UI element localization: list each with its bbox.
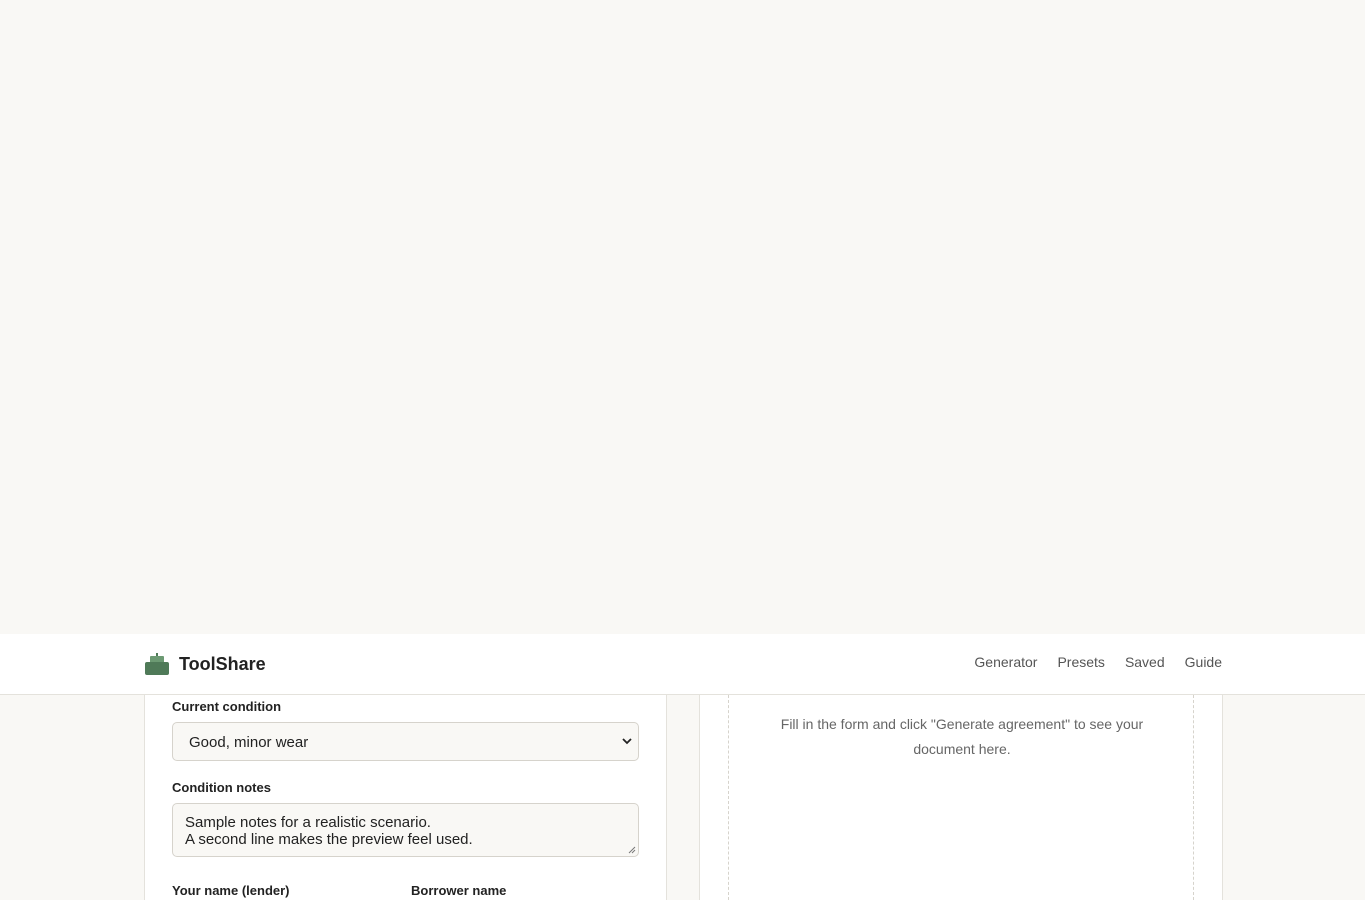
condition-notes-label: Condition notes — [172, 780, 271, 795]
lender-name-label: Your name (lender) — [172, 883, 290, 898]
nav-saved[interactable]: Saved — [1125, 654, 1165, 670]
top-header: ToolShare Generator Presets Saved Guide — [0, 634, 1365, 695]
nav-presets[interactable]: Presets — [1057, 654, 1104, 670]
main-nav: Generator Presets Saved Guide — [954, 654, 1222, 670]
chevron-down-icon — [622, 738, 632, 745]
condition-label: Current condition — [172, 699, 282, 714]
brand-name: ToolShare — [179, 653, 266, 674]
resize-grip-icon[interactable] — [628, 846, 636, 854]
document-preview: Fill in the form and click "Generate agr… — [728, 695, 1194, 900]
toolbox-icon — [145, 653, 169, 675]
form-panel: Current condition Good, minor wear Condi… — [144, 695, 667, 900]
preview-panel: Fill in the form and click "Generate agr… — [699, 695, 1223, 900]
brand[interactable]: ToolShare — [145, 651, 266, 677]
nav-guide[interactable]: Guide — [1185, 654, 1222, 670]
preview-empty-message: Fill in the form and click "Generate agr… — [780, 716, 1144, 757]
nav-generator[interactable]: Generator — [974, 654, 1037, 670]
condition-select[interactable]: Good, minor wear — [172, 722, 639, 761]
notes-line-1: Sample notes for a realistic scenario. — [185, 814, 431, 831]
borrower-name-label: Borrower name — [411, 883, 507, 898]
notes-line-2: A second line makes the preview feel use… — [185, 831, 473, 848]
condition-select-value: Good, minor wear — [189, 734, 309, 751]
page-background — [0, 0, 1365, 634]
condition-notes-textarea[interactable]: Sample notes for a realistic scenario. A… — [172, 803, 639, 857]
